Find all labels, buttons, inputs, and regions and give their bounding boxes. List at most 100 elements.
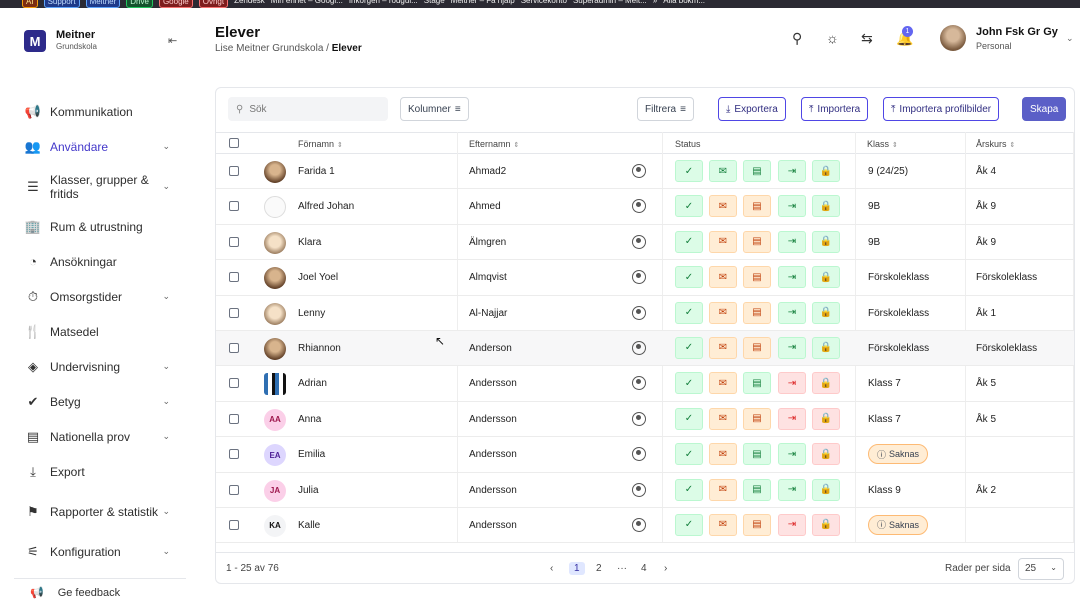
sidebar-item-6[interactable]: 🍴 Matsedel xyxy=(24,314,176,349)
user-circle-icon[interactable] xyxy=(632,340,646,355)
sidebar-item-9[interactable]: ▤ Nationella prov ⌄ xyxy=(24,419,176,454)
bookmark-item[interactable]: Drive xyxy=(126,0,153,8)
user-circle-icon[interactable] xyxy=(632,164,646,178)
sidebar-item-7[interactable]: ◈ Undervisning ⌄ xyxy=(24,349,176,384)
user-name[interactable]: John Fsk Gr Gy xyxy=(976,26,1058,38)
next-page-icon[interactable]: › xyxy=(664,563,667,574)
chevron-down-icon[interactable]: ⌄ xyxy=(1066,33,1074,44)
status-indicator[interactable]: 🔒 xyxy=(812,301,840,324)
status-indicator[interactable]: ⇥ xyxy=(778,301,806,324)
first-name-cell[interactable]: Anna xyxy=(298,414,321,425)
select-all-checkbox[interactable] xyxy=(229,138,239,148)
status-indicator[interactable]: ▤ xyxy=(743,407,771,430)
first-name-cell[interactable]: Alfred Johan xyxy=(298,201,354,212)
first-name-cell[interactable]: Lenny xyxy=(298,308,325,319)
status-indicator[interactable]: ✉ xyxy=(709,478,737,501)
row-checkbox[interactable] xyxy=(229,449,239,460)
bookmark-item[interactable]: Stage xyxy=(424,0,445,8)
status-indicator[interactable]: ✉ xyxy=(709,443,737,466)
user-circle-icon[interactable] xyxy=(632,376,646,391)
status-indicator[interactable]: ✓ xyxy=(675,301,703,324)
user-circle-icon[interactable] xyxy=(632,411,646,426)
status-indicator[interactable]: ⇥ xyxy=(778,407,806,430)
user-circle-icon[interactable] xyxy=(632,482,646,497)
status-indicator[interactable]: ✓ xyxy=(675,443,703,466)
row-checkbox[interactable] xyxy=(229,166,239,176)
status-indicator[interactable]: ✓ xyxy=(675,372,703,395)
first-name-cell[interactable]: Klara xyxy=(298,237,321,248)
import-photos-button[interactable]: ⤒ Importera profilbilder xyxy=(883,97,1000,121)
col-year[interactable]: Årskurs ⇕ xyxy=(976,139,1015,149)
status-indicator[interactable]: ✉ xyxy=(709,372,737,395)
status-indicator[interactable]: ✉ xyxy=(709,266,737,289)
chevron-down-icon[interactable]: ⌄ xyxy=(162,431,170,442)
status-indicator[interactable]: 🔒 xyxy=(812,407,840,430)
bookmark-item[interactable]: Support xyxy=(43,0,80,8)
search-box[interactable]: ⚲ xyxy=(228,97,388,121)
page-4[interactable]: 4 xyxy=(641,563,647,574)
row-checkbox[interactable] xyxy=(229,413,239,424)
prev-page-icon[interactable]: ‹ xyxy=(550,563,553,574)
table-row[interactable]: Rhiannon Anderson ✓ ✉ ▤ ⇥ 🔒 Förskoleklass Försko… xyxy=(216,330,1074,367)
user-circle-icon[interactable] xyxy=(632,517,646,532)
row-checkbox[interactable] xyxy=(229,201,239,212)
sidebar-item-0[interactable]: 📢 Kommunikation xyxy=(24,94,176,129)
chevron-down-icon[interactable]: ⌄ xyxy=(162,291,170,302)
status-indicator[interactable]: ✉ xyxy=(709,195,737,218)
status-indicator[interactable]: 🔒 xyxy=(812,266,840,289)
row-checkbox[interactable] xyxy=(229,342,239,353)
avatar[interactable] xyxy=(940,25,966,51)
table-row[interactable]: Lenny Al-Najjar ✓ ✉ ▤ ⇥ 🔒 Förskoleklass Åk 1 xyxy=(216,296,1074,331)
row-checkbox[interactable] xyxy=(229,272,239,283)
status-indicator[interactable]: 🔒 xyxy=(812,478,840,501)
status-indicator[interactable]: ▤ xyxy=(743,513,771,536)
sidebar-item-1[interactable]: 👥 Användare ⌄ xyxy=(24,129,176,164)
status-indicator[interactable]: ⇥ xyxy=(778,266,806,289)
chevron-down-icon[interactable]: ⌄ xyxy=(162,141,170,152)
feedback-link[interactable]: 📢 Ge feedback xyxy=(30,586,120,600)
table-row[interactable]: AA Anna Andersson ✓ ✉ ▤ ⇥ 🔒 Klass 7 Åk 5 xyxy=(216,402,1074,438)
status-indicator[interactable]: ⇥ xyxy=(778,478,806,501)
sidebar-item-5[interactable]: ⏱ Omsorgstider ⌄ xyxy=(24,279,176,314)
table-row[interactable]: JA Julia Andersson ✓ ✉ ▤ ⇥ 🔒 Klass 9 Åk 2 xyxy=(216,473,1074,508)
row-checkbox[interactable] xyxy=(229,484,239,495)
bookmark-item[interactable]: » xyxy=(653,0,657,8)
search-input[interactable] xyxy=(249,103,370,115)
chevron-down-icon[interactable]: ⌄ xyxy=(162,361,170,372)
status-indicator[interactable]: ✓ xyxy=(675,230,703,253)
status-indicator[interactable]: ✉ xyxy=(709,513,737,536)
sidebar-item-12[interactable]: ⚟ Konfiguration ⌄ xyxy=(24,534,176,569)
import-button[interactable]: ⤒ Importera xyxy=(801,97,869,121)
status-indicator[interactable]: 🔒 xyxy=(812,372,840,395)
first-name-cell[interactable]: Adrian xyxy=(298,378,327,389)
status-indicator[interactable]: ⇥ xyxy=(778,160,806,182)
row-checkbox[interactable] xyxy=(229,519,239,530)
bookmark-item[interactable]: Min enhet – Googl... xyxy=(271,0,343,8)
switch-icon[interactable]: ⇆ xyxy=(861,30,873,47)
first-name-cell[interactable]: Farida 1 xyxy=(298,166,335,177)
sidebar-item-10[interactable]: ⤓ Export xyxy=(24,454,176,489)
table-row[interactable]: Klara Älmgren ✓ ✉ ▤ ⇥ 🔒 9B Åk 9 xyxy=(216,225,1074,261)
user-circle-icon[interactable] xyxy=(632,305,646,320)
status-indicator[interactable]: ⇥ xyxy=(778,230,806,253)
status-indicator[interactable]: ▤ xyxy=(743,195,771,218)
status-indicator[interactable]: ▤ xyxy=(743,266,771,289)
user-circle-icon[interactable] xyxy=(632,447,646,462)
status-indicator[interactable]: 🔒 xyxy=(812,195,840,218)
columns-button[interactable]: Kolumner ≡ xyxy=(400,97,469,121)
status-indicator[interactable]: ✓ xyxy=(675,336,703,359)
status-indicator[interactable]: ▤ xyxy=(743,443,771,466)
sidebar-item-3[interactable]: 🏢 Rum & utrustning xyxy=(24,209,176,244)
status-indicator[interactable]: ▤ xyxy=(743,336,771,359)
bookmark-item[interactable]: AI xyxy=(22,0,38,8)
table-row[interactable]: KA Kalle Andersson ✓ ✉ ▤ ⇥ 🔒 ⓘ Saknas xyxy=(216,508,1074,544)
table-row[interactable]: Farida 1 Ahmad2 ✓ ✉ ▤ ⇥ 🔒 9 (24/25) Åk 4 xyxy=(216,154,1074,190)
status-indicator[interactable]: ✓ xyxy=(675,478,703,501)
table-row[interactable]: Adrian Andersson ✓ ✉ ▤ ⇥ 🔒 Klass 7 Åk 5 xyxy=(216,366,1074,402)
create-button[interactable]: Skapa xyxy=(1022,97,1067,121)
user-circle-icon[interactable] xyxy=(632,234,646,249)
table-row[interactable]: EA Emilia Andersson ✓ ✉ ▤ ⇥ 🔒 ⓘ Saknas xyxy=(216,437,1074,473)
bookmark-item[interactable]: Inkorgen – rodgul... xyxy=(349,0,418,8)
status-indicator[interactable]: ▤ xyxy=(743,160,771,182)
first-name-cell[interactable]: Emilia xyxy=(298,449,325,460)
